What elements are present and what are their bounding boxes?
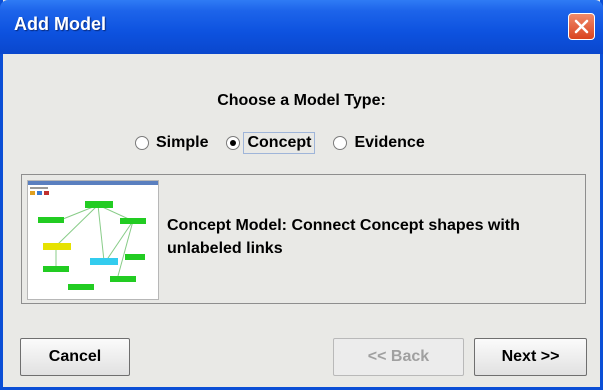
radio-button-checked[interactable] (226, 136, 241, 150)
next-button[interactable]: Next >> (474, 338, 587, 376)
concept-model-preview-image (27, 180, 159, 300)
radio-label-simple: Simple (156, 134, 209, 151)
radio-label-evidence: Evidence (354, 134, 425, 151)
radio-button-unchecked[interactable] (333, 136, 348, 150)
model-type-prompt: Choose a Model Type: (217, 92, 386, 109)
radio-simple[interactable]: Simple (135, 131, 208, 155)
window-title: Add Model (14, 14, 106, 34)
radio-concept[interactable]: Concept (226, 131, 316, 155)
radio-button-unchecked[interactable] (135, 136, 149, 150)
radio-evidence[interactable]: Evidence (333, 131, 425, 155)
close-icon (574, 19, 589, 34)
model-info-panel: Concept Model: Connect Concept shapes wi… (21, 174, 586, 304)
model-type-radio-group: Simple Concept Evidence (135, 131, 443, 155)
close-button[interactable] (568, 13, 595, 40)
radio-label-concept: Concept (243, 132, 316, 154)
back-button[interactable]: << Back (333, 338, 464, 376)
add-model-dialog: Add Model Choose a Model Type: Simple Co… (0, 0, 603, 390)
cancel-button[interactable]: Cancel (20, 338, 130, 376)
title-bar[interactable]: Add Model (0, 0, 603, 54)
model-description: Concept Model: Connect Concept shapes wi… (167, 217, 520, 257)
